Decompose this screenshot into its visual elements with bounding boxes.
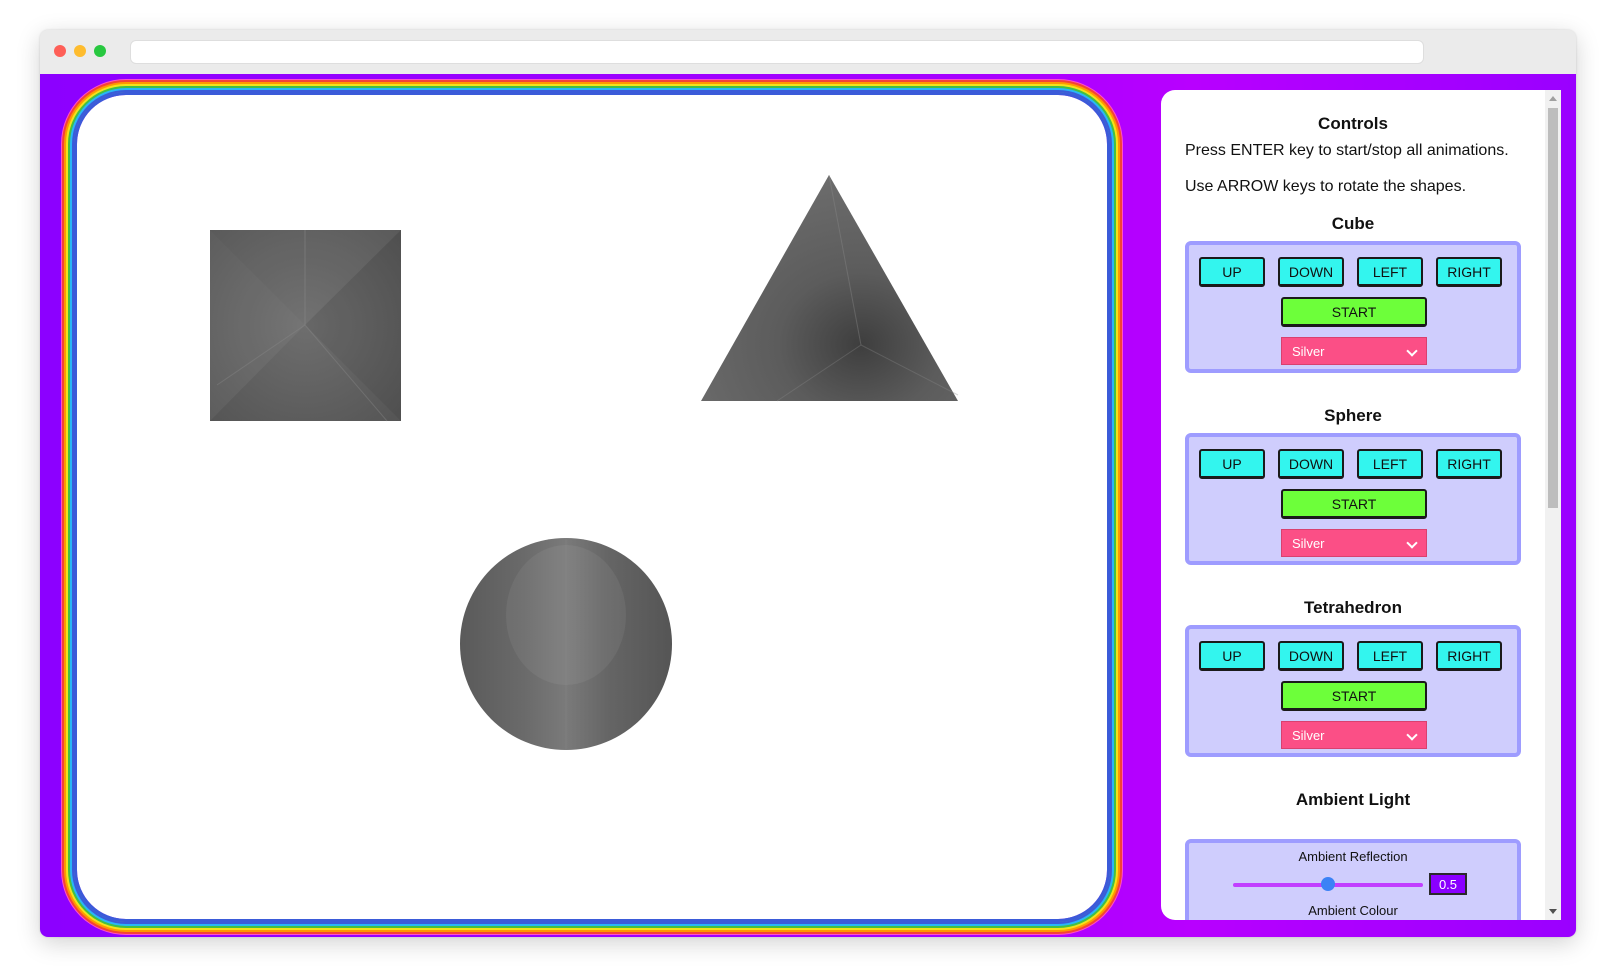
tetrahedron-material-value: Silver <box>1292 727 1325 743</box>
tetrahedron-section-title: Tetrahedron <box>1304 598 1402 617</box>
ambient-section-title: Ambient Light <box>1295 790 1411 809</box>
tetrahedron-controls-group: UP DOWN LEFT RIGHT START Silver <box>1185 625 1521 757</box>
scrollbar-thumb[interactable] <box>1548 108 1558 508</box>
controls-panel: Controls Press ENTER key to start/stop a… <box>1161 90 1561 920</box>
sphere-up-button[interactable]: UP <box>1199 449 1265 479</box>
close-window-dot[interactable] <box>54 45 66 57</box>
cube-material-value: Silver <box>1292 343 1325 359</box>
browser-window: Controls Press ENTER key to start/stop a… <box>40 30 1576 937</box>
cube-shape <box>210 230 401 422</box>
browser-titlebar <box>40 30 1576 74</box>
controls-title: Controls <box>1318 114 1388 133</box>
sphere-down-button[interactable]: DOWN <box>1278 449 1344 479</box>
cube-controls-group: UP DOWN LEFT RIGHT START Silver <box>1185 241 1521 373</box>
cube-start-button[interactable]: START <box>1281 297 1427 327</box>
minimize-window-dot[interactable] <box>74 45 86 57</box>
sphere-material-select[interactable]: Silver <box>1281 529 1427 557</box>
tetrahedron-left-button[interactable]: LEFT <box>1357 641 1423 671</box>
sphere-material-value: Silver <box>1292 535 1325 551</box>
scene-svg <box>210 174 959 750</box>
tetrahedron-start-button[interactable]: START <box>1281 681 1427 711</box>
cube-material-select[interactable]: Silver <box>1281 337 1427 365</box>
address-bar[interactable] <box>130 40 1424 64</box>
page-viewport: Controls Press ENTER key to start/stop a… <box>40 74 1576 937</box>
sphere-section-title: Sphere <box>1324 406 1382 425</box>
cube-right-button[interactable]: RIGHT <box>1436 257 1502 287</box>
ambient-reflection-label: Ambient Reflection <box>1298 849 1408 864</box>
panel-scrollbar[interactable] <box>1545 90 1561 920</box>
ambient-reflection-value[interactable]: 0.5 <box>1429 873 1467 895</box>
tetrahedron-right-button[interactable]: RIGHT <box>1436 641 1502 671</box>
controls-scroll-area[interactable]: Controls Press ENTER key to start/stop a… <box>1161 90 1545 920</box>
chevron-down-icon <box>1406 729 1418 741</box>
cube-down-button[interactable]: DOWN <box>1278 257 1344 287</box>
arrow-instruction: Use ARROW keys to rotate the shapes. <box>1185 178 1467 195</box>
chevron-down-icon <box>1406 537 1418 549</box>
enter-instruction: Press ENTER key to start/stop all animat… <box>1185 142 1509 159</box>
scroll-down-arrow-icon[interactable] <box>1549 909 1557 914</box>
ambient-colour-label: Ambient Colour <box>1308 903 1398 918</box>
ambient-reflection-slider-thumb[interactable] <box>1321 877 1335 891</box>
sphere-right-button[interactable]: RIGHT <box>1436 449 1502 479</box>
sphere-controls-group: UP DOWN LEFT RIGHT START Silver <box>1185 433 1521 565</box>
scroll-up-arrow-icon[interactable] <box>1549 96 1557 101</box>
cube-section-title: Cube <box>1331 214 1375 233</box>
maximize-window-dot[interactable] <box>94 45 106 57</box>
sphere-shape <box>460 538 672 750</box>
cube-left-button[interactable]: LEFT <box>1357 257 1423 287</box>
tetrahedron-shape <box>701 174 959 402</box>
cube-up-button[interactable]: UP <box>1199 257 1265 287</box>
tetrahedron-down-button[interactable]: DOWN <box>1278 641 1344 671</box>
webgl-canvas[interactable] <box>74 92 1110 922</box>
sphere-left-button[interactable]: LEFT <box>1357 449 1423 479</box>
tetrahedron-up-button[interactable]: UP <box>1199 641 1265 671</box>
sphere-start-button[interactable]: START <box>1281 489 1427 519</box>
tetrahedron-material-select[interactable]: Silver <box>1281 721 1427 749</box>
ambient-controls-group: Ambient Reflection 0.5 Ambient Colour <box>1185 839 1521 920</box>
chevron-down-icon <box>1406 345 1418 357</box>
